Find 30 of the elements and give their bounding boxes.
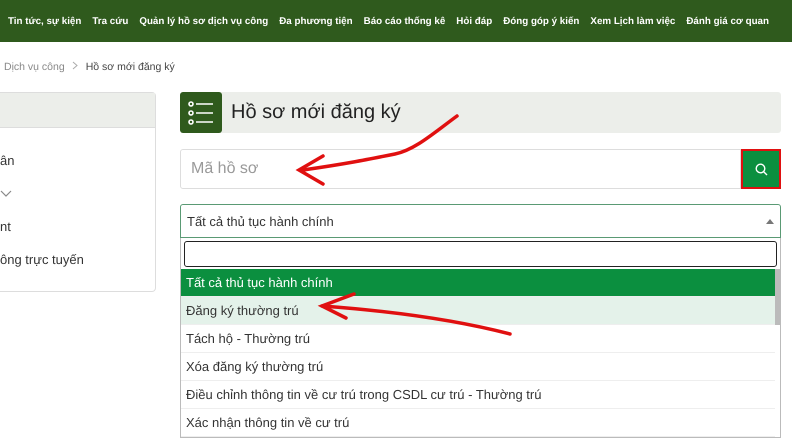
nav-link[interactable]: Đánh giá cơ quan [686,16,769,26]
nav-link[interactable]: Hỏi đáp [456,16,492,26]
caret-icon[interactable] [766,218,774,224]
dropdown-option[interactable]: Điều chỉnh thông tin về cư trú trong CSDL cư trú - Thường trú [181,381,775,409]
current-page-label: Hồ sơ mới đăng ký [86,61,175,73]
scrollbar-thumb[interactable] [775,269,780,325]
procedure-dropdown[interactable]: Tất cả thủ tục hành chính [180,204,781,238]
dropdown-option[interactable]: Tách hộ - Thường trú [181,325,775,353]
sidebar-menu-item[interactable]: nt [0,219,11,234]
sidebar-menu-item[interactable]: ông trực tuyến [0,252,84,267]
dropdown-search-field[interactable] [184,241,777,267]
nav-link[interactable]: Tra cứu [92,16,128,26]
nav-link[interactable]: Đóng góp ý kiến [503,16,580,26]
dropdown-option[interactable]: Xóa đăng ký thường trú [181,353,775,381]
search-field[interactable]: Mã hồ sơ [180,149,741,189]
sidebar-menu-item[interactable]: ân [0,153,14,168]
nav-link[interactable]: Quản lý hồ sơ dịch vụ công [139,16,268,26]
nav-link[interactable]: Đa phương tiện [279,16,353,26]
dropdown-option[interactable]: Xác nhận thông tin về cư trú [181,409,775,437]
nav-link[interactable]: Xem Lịch làm việc [590,16,676,26]
breadcrumb-link[interactable]: Dịch vụ công [4,61,65,73]
list-icon [180,92,222,133]
search-button[interactable] [741,149,781,189]
page-title: Hồ sơ mới đăng ký [231,101,401,124]
dropdown-option[interactable]: Tất cả thủ tục hành chính [181,269,775,297]
nav-link[interactable]: Tin tức, sự kiện [8,16,82,26]
search-icon[interactable] [754,162,768,176]
nav-link[interactable]: Báo cáo thống kê [364,16,446,26]
dropdown-option[interactable]: Đăng ký thường trú [181,297,775,325]
chevron-icon[interactable] [0,190,12,198]
